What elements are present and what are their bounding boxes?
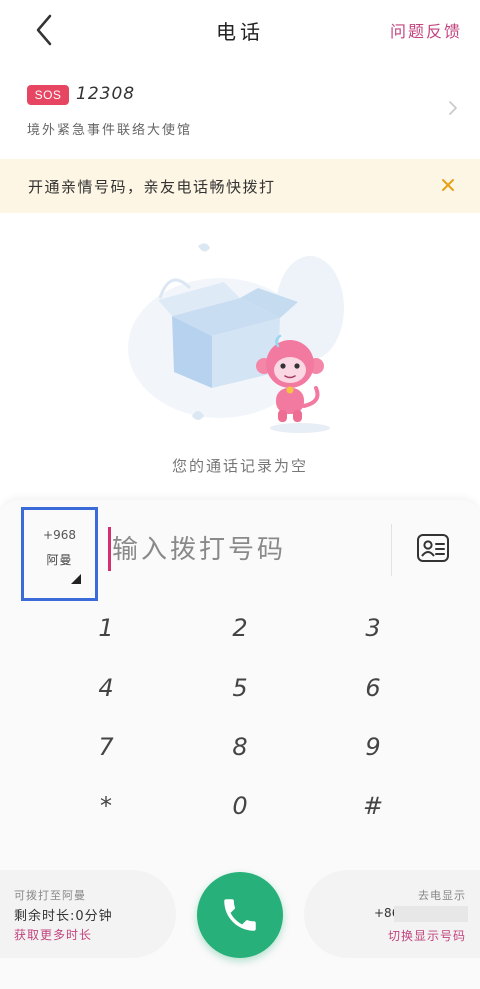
sos-description: 境外紧急事件联络大使馆 — [27, 123, 193, 138]
key-8[interactable]: 8 — [180, 725, 300, 775]
country-name: 阿曼 — [46, 553, 73, 567]
sos-badge: SOS — [27, 85, 69, 105]
key-7[interactable]: 7 — [46, 725, 166, 775]
callable-destination: 可拨打至阿曼 — [14, 889, 86, 902]
promo-banner[interactable]: 开通亲情号码，亲友电话畅快拨打 — [0, 159, 480, 213]
banner-text: 开通亲情号码，亲友电话畅快拨打 — [28, 178, 276, 196]
sos-number: 12308 — [76, 84, 136, 104]
key-1[interactable]: 1 — [46, 606, 166, 656]
key-2[interactable]: 2 — [180, 606, 300, 656]
key-6[interactable]: 6 — [313, 666, 433, 716]
country-code: +968 — [43, 528, 76, 542]
caller-id-card: 去电显示 +86 切换显示号码 — [304, 870, 480, 958]
empty-box-monkey-illustration — [128, 243, 344, 433]
top-nav: 电话 问题反馈 — [0, 0, 480, 58]
chevron-right-icon — [449, 101, 457, 115]
caller-id-label: 去电显示 — [418, 889, 466, 902]
key-hash[interactable]: # — [313, 784, 433, 834]
dropdown-corner-icon — [71, 574, 81, 584]
close-icon[interactable] — [440, 177, 456, 193]
masked-caller-number — [394, 906, 468, 922]
input-divider — [391, 524, 392, 576]
remaining-time-card: 可拨打至阿曼 剩余时长:0分钟 获取更多时长 — [0, 870, 176, 958]
sos-card[interactable]: SOS 12308 境外紧急事件联络大使馆 — [0, 72, 480, 148]
phone-number-input[interactable] — [112, 527, 382, 573]
phone-icon — [224, 899, 256, 931]
feedback-link[interactable]: 问题反馈 — [390, 18, 462, 42]
dial-keypad: 1 2 3 4 5 6 7 8 9 * 0 # — [0, 606, 480, 846]
key-0[interactable]: 0 — [180, 784, 300, 834]
key-3[interactable]: 3 — [313, 606, 433, 656]
switch-caller-id-link[interactable]: 切换显示号码 — [388, 927, 466, 944]
remaining-minutes: 剩余时长:0分钟 — [14, 909, 113, 924]
contacts-book-icon[interactable] — [416, 533, 450, 563]
input-cursor — [108, 527, 111, 571]
country-code-selector[interactable]: +968 阿曼 — [21, 507, 98, 601]
key-9[interactable]: 9 — [313, 725, 433, 775]
key-5[interactable]: 5 — [180, 666, 300, 716]
call-button[interactable] — [197, 872, 283, 958]
key-4[interactable]: 4 — [46, 666, 166, 716]
get-more-time-link[interactable]: 获取更多时长 — [14, 926, 92, 943]
key-star[interactable]: * — [46, 784, 166, 834]
empty-call-history-text: 您的通话记录为空 — [171, 457, 308, 475]
